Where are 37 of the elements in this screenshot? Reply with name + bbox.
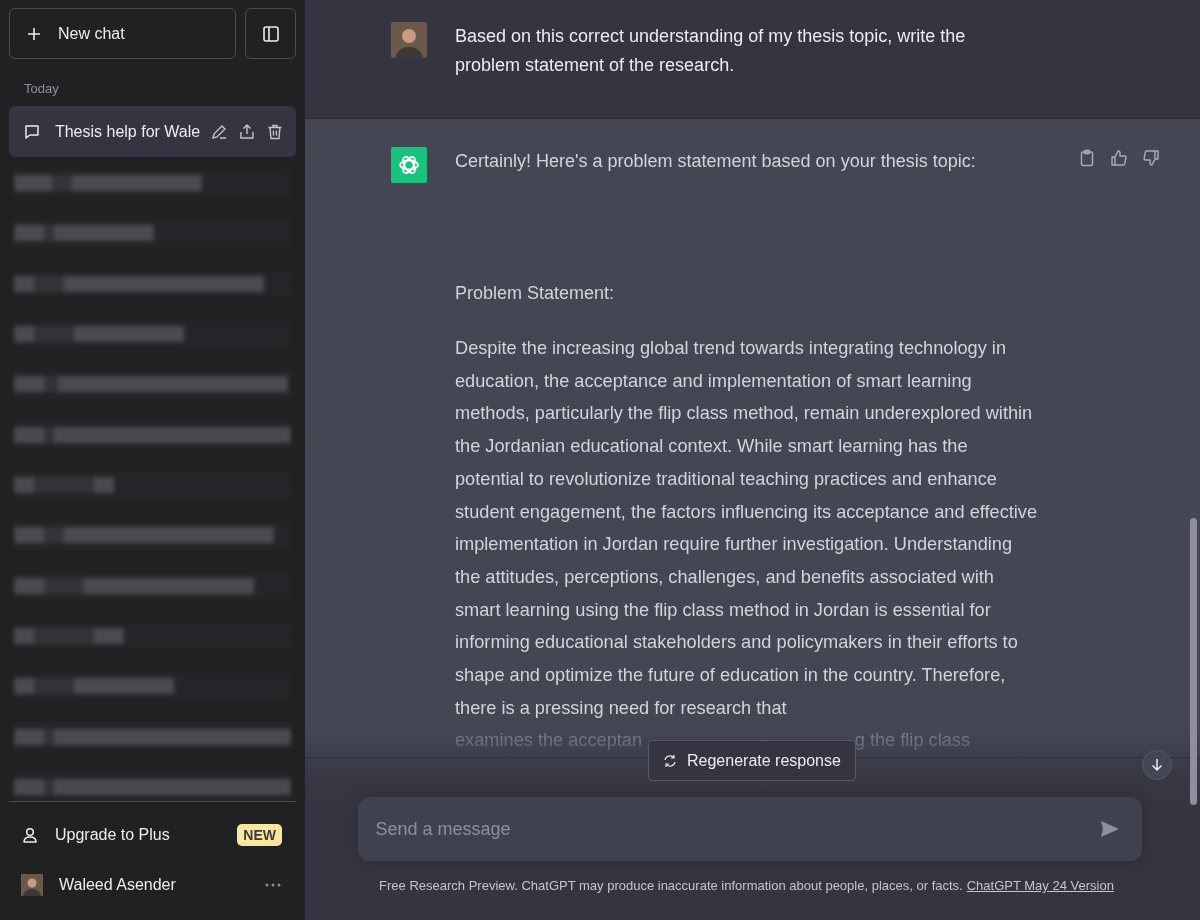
message-input[interactable]: Send a message — [357, 797, 1142, 861]
scrollbar-thumb[interactable] — [1190, 518, 1197, 805]
version-link[interactable]: ChatGPT May 24 Version — [966, 878, 1114, 893]
pencil-icon[interactable] — [210, 122, 229, 141]
sidebar-toggle-button[interactable] — [245, 8, 296, 59]
statement-paragraph: Despite the increasing global trend towards integrating technology in education, the acceptance and implementation of smart learning methods, particularly the flip class method, remain underexplored within the Jordanian educational context. While smart learning has the potential to revolutionize traditional teaching practices and enhance student engagement, the factors influencing its acceptance and effective implementation in Jordan require further investigation. Understanding the attitudes, perceptions, challenges, and benefits associated with smart learning using the flip class method in Jordan is essential for informing educational stakeholders and policymakers in their efforts to shape and optimize the future of education in the country. Therefore, there is a pressing need for research that — [455, 337, 1039, 720]
share-icon[interactable] — [238, 122, 257, 141]
user-avatar — [21, 874, 43, 896]
upgrade-label: Upgrade to Plus — [55, 826, 171, 844]
user-name: Waleed Asender — [59, 876, 177, 894]
plus-icon — [26, 25, 42, 42]
thumbs-down-icon[interactable] — [1142, 149, 1160, 167]
more-icon[interactable] — [264, 882, 282, 888]
new-chat-button[interactable]: New chat — [9, 8, 236, 59]
assistant-avatar — [391, 147, 427, 183]
disclaimer-text: Free Research Preview. ChatGPT may produce inaccurate information about people, places, or facts. — [379, 878, 963, 893]
chat-bubble-icon — [23, 122, 41, 141]
scroll-down-button[interactable] — [1142, 750, 1172, 780]
send-icon[interactable] — [1099, 820, 1120, 838]
upgrade-item[interactable]: Upgrade to Plus NEW — [9, 810, 296, 860]
assistant-intro: Certainly! Here's a problem statement based on your thesis topic: — [455, 150, 977, 173]
user-item[interactable]: Waleed Asender — [9, 860, 296, 910]
conversation-title: Thesis help for Wale — [54, 122, 201, 141]
statement-heading: Problem Statement: — [455, 282, 616, 305]
section-label: Today — [23, 80, 60, 98]
regenerate-button[interactable]: Regenerate response — [648, 740, 856, 781]
conversation-item[interactable]: Thesis help for Wale — [9, 106, 296, 157]
refresh-icon — [663, 753, 677, 768]
arrow-down-icon — [1150, 758, 1164, 772]
trash-icon[interactable] — [266, 122, 284, 141]
user-avatar — [391, 22, 427, 58]
thumbs-up-icon[interactable] — [1110, 149, 1128, 167]
new-badge: NEW — [237, 824, 282, 846]
person-icon — [21, 826, 39, 844]
sidebar-icon — [261, 24, 280, 43]
user-message: Based on this correct understanding of my thesis topic, write the problem statement of the research. — [455, 25, 967, 77]
clipboard-icon[interactable] — [1078, 149, 1096, 167]
